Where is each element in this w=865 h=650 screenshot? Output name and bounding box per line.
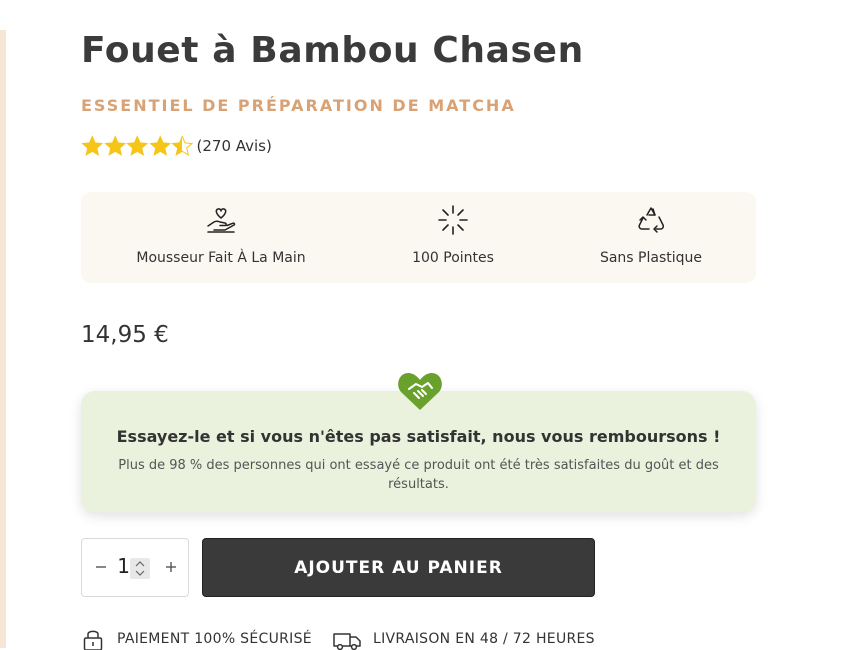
- star-icon: [81, 135, 104, 156]
- plus-icon[interactable]: [164, 557, 178, 577]
- product-price: 14,95 €: [81, 322, 169, 348]
- star-icon: [126, 135, 149, 156]
- product-rating[interactable]: (270 Avis): [81, 134, 272, 158]
- quantity-stepper: 1: [81, 538, 189, 597]
- recycle-icon: [638, 207, 665, 233]
- product-subtitle: ESSENTIEL DE PRÉPARATION DE MATCHA: [81, 96, 516, 115]
- heart-in-hand-icon: [207, 208, 236, 233]
- trust-secure-payment: PAIEMENT 100% SÉCURISÉ: [81, 628, 312, 650]
- feature-handmade: Mousseur Fait À La Main: [121, 192, 321, 283]
- feature-plastic-free: Sans Plastique: [571, 192, 731, 283]
- spin-arrows-icon[interactable]: [130, 558, 150, 579]
- feature-label: Sans Plastique: [599, 250, 703, 266]
- reviews-count[interactable]: (270 Avis): [197, 137, 272, 155]
- handshake-heart-icon: [398, 373, 442, 410]
- product-title: Fouet à Bambou Chasen: [81, 30, 584, 71]
- feature-label: Mousseur Fait À La Main: [136, 250, 306, 266]
- guarantee-title: Essayez-le et si vous n'êtes pas satisfa…: [116, 427, 721, 446]
- star-icon: [103, 135, 126, 156]
- trust-delivery: LIVRAISON EN 48 / 72 HEURES: [333, 628, 595, 650]
- guarantee-text: Plus de 98 % des personnes qui ont essay…: [118, 458, 719, 492]
- burst-lines-icon: [438, 205, 468, 235]
- minus-icon[interactable]: [94, 557, 108, 577]
- star-icon: [171, 135, 194, 156]
- trust-label: LIVRAISON EN 48 / 72 HEURES: [373, 631, 595, 647]
- padlock-icon: [83, 630, 103, 650]
- star-icon: [148, 135, 171, 156]
- feature-label: 100 Pointes: [412, 250, 494, 266]
- star-rating: [81, 135, 194, 157]
- feature-panel: Mousseur Fait À La Main 100 Pointes Sans…: [81, 192, 756, 283]
- quantity-input[interactable]: 1: [116, 554, 130, 578]
- feature-points: 100 Pointes: [373, 192, 533, 283]
- trust-label: PAIEMENT 100% SÉCURISÉ: [117, 631, 312, 647]
- left-decorative-strip: [0, 30, 6, 648]
- add-to-cart-button[interactable]: AJOUTER AU PANIER: [202, 538, 595, 597]
- delivery-truck-icon: [333, 633, 361, 650]
